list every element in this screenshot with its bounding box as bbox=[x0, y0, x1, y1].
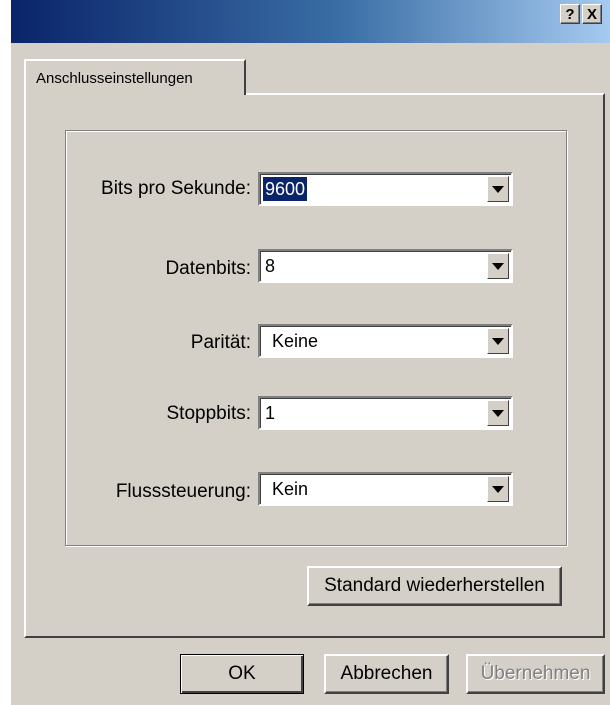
data-bits-select[interactable]: 8 bbox=[258, 249, 513, 283]
flow-control-select[interactable]: Kein bbox=[258, 472, 513, 506]
ok-button[interactable]: OK bbox=[180, 654, 304, 694]
tab-port-settings[interactable]: Anschlusseinstellungen bbox=[24, 59, 246, 95]
bits-per-second-select[interactable]: 9600 bbox=[258, 172, 513, 206]
chevron-down-icon[interactable] bbox=[487, 476, 509, 502]
close-icon[interactable]: X bbox=[582, 4, 602, 24]
restore-defaults-button[interactable]: Standard wiederherstellen bbox=[307, 566, 562, 606]
chevron-down-icon[interactable] bbox=[487, 328, 509, 354]
settings-group-box: Bits pro Sekunde: 9600 Datenbits: 8 Pari… bbox=[65, 130, 567, 546]
flow-control-value: Kein bbox=[272, 479, 309, 499]
bits-per-second-value: 9600 bbox=[263, 177, 308, 201]
cancel-button[interactable]: Abbrechen bbox=[324, 654, 449, 694]
data-bits-value: 8 bbox=[265, 256, 276, 276]
bits-per-second-label: Bits pro Sekunde: bbox=[101, 178, 251, 199]
parity-select[interactable]: Keine bbox=[258, 324, 513, 358]
stop-bits-select[interactable]: 1 bbox=[258, 396, 513, 430]
apply-button[interactable]: Übernehmen bbox=[466, 654, 605, 694]
chevron-down-icon[interactable] bbox=[487, 400, 509, 426]
chevron-down-icon[interactable] bbox=[487, 253, 509, 279]
flow-control-label: Flusssteuerung: bbox=[115, 481, 251, 502]
tab-label: Anschlusseinstellungen bbox=[36, 69, 193, 87]
stop-bits-value: 1 bbox=[265, 403, 276, 423]
parity-value: Keine bbox=[272, 331, 319, 351]
data-bits-label: Datenbits: bbox=[165, 258, 251, 279]
parity-label: Parität: bbox=[190, 332, 251, 353]
port-settings-dialog: ? X Anschlusseinstellungen Bits pro Seku… bbox=[11, 0, 610, 705]
chevron-down-icon[interactable] bbox=[487, 176, 509, 202]
help-icon[interactable]: ? bbox=[560, 4, 580, 24]
stop-bits-label: Stoppbits: bbox=[166, 403, 252, 424]
title-bar: ? X bbox=[11, 0, 610, 43]
